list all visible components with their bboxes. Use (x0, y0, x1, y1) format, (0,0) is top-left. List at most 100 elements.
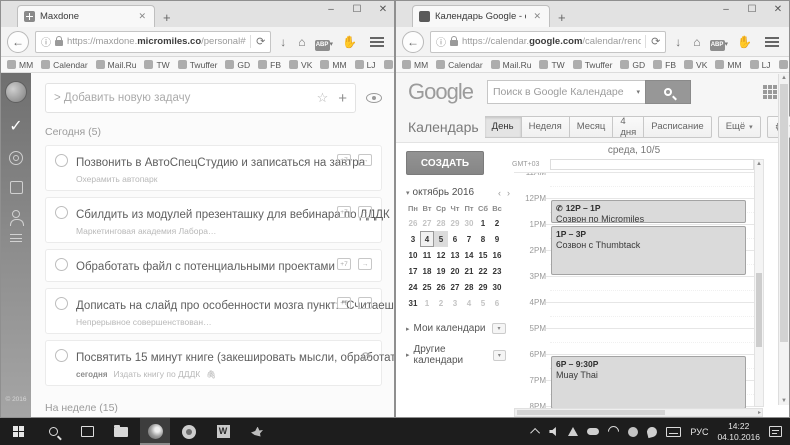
task-checkbox[interactable] (55, 349, 68, 362)
mini-calendar-day[interactable]: 29 (476, 279, 490, 295)
mini-calendar-day[interactable]: 2 (434, 295, 448, 311)
scroll-up-icon[interactable]: ▲ (779, 75, 789, 81)
visibility-eye-icon[interactable] (366, 93, 382, 103)
bookmark-item[interactable]: MM (7, 60, 33, 70)
reschedule-calendar-icon[interactable]: → (358, 297, 372, 309)
time-row[interactable]: 3PM (514, 277, 754, 303)
extension-hand-icon[interactable]: ✋ (339, 35, 360, 49)
mini-calendar-day[interactable]: 8 (476, 231, 490, 247)
task-row[interactable]: Дописать на слайд про особенности мозга … (45, 288, 382, 334)
mini-calendar-day[interactable]: 17 (406, 263, 420, 279)
bookmark-item[interactable]: Calendar (41, 60, 88, 70)
action-center-icon[interactable] (769, 426, 782, 437)
reload-button[interactable]: ⟳ (250, 35, 265, 48)
day-view-scrollbar[interactable]: ▲ (754, 159, 764, 407)
bookmark-item[interactable]: Mail.Ru (96, 60, 137, 70)
task-view-button[interactable] (72, 418, 102, 445)
back-button[interactable]: ← (7, 31, 29, 53)
mini-calendar-day[interactable]: 3 (406, 231, 420, 247)
clock[interactable]: 14:22 04.10.2016 (717, 421, 760, 442)
month-dropdown-icon[interactable]: ▾ (406, 189, 410, 197)
back-button[interactable]: ← (402, 31, 424, 53)
home-icon[interactable]: ⌂ (295, 35, 308, 49)
bookmark-item[interactable]: Mail.Ru (491, 60, 532, 70)
horizontal-scrollbar[interactable]: ▸ (514, 408, 763, 417)
postpone-calendar-icon[interactable]: +7 (337, 258, 351, 270)
profile-icon[interactable] (12, 210, 20, 218)
tab-calendar[interactable]: Календарь Google - ср, 5… ✕ (412, 5, 550, 27)
mini-calendar-day[interactable]: 27 (448, 279, 462, 295)
tasks-check-icon[interactable]: ✓ (9, 119, 22, 135)
search-dropdown-icon[interactable]: ▾ (636, 88, 640, 96)
skype-icon[interactable] (646, 425, 658, 437)
mini-calendar-day[interactable]: 28 (462, 279, 476, 295)
task-row[interactable]: Посвятить 15 минут книге (закешировать м… (45, 340, 382, 386)
close-button[interactable]: ✕ (376, 4, 390, 15)
word-button[interactable]: W (208, 418, 238, 445)
bookmark-item[interactable]: MM (320, 60, 346, 70)
view-button[interactable]: День (485, 116, 522, 138)
mini-calendar-day[interactable]: 9 (490, 231, 504, 247)
planner-card-icon[interactable] (10, 181, 23, 194)
home-icon[interactable]: ⌂ (690, 35, 703, 49)
bookmark-item[interactable]: TW (539, 60, 564, 70)
tab-close-icon[interactable]: ✕ (136, 11, 148, 22)
keyboard-icon[interactable] (666, 427, 681, 437)
bookmark-item[interactable]: Twuffer (178, 60, 218, 70)
calendar-event[interactable]: ✆12P – 1P Созвон по Micromiles Meeting r… (551, 200, 746, 223)
goals-target-icon[interactable] (9, 151, 23, 165)
bookmark-item[interactable]: GA (779, 60, 789, 70)
start-button[interactable] (4, 418, 34, 445)
mini-calendar-day[interactable]: 13 (448, 247, 462, 263)
mini-calendar-day[interactable]: 4 (420, 231, 434, 247)
calendar-search-input[interactable]: Поиск в Google Календаре ▾ (487, 80, 645, 104)
mini-calendar-day[interactable]: 1 (476, 215, 490, 231)
menu-lines-icon[interactable] (10, 234, 22, 242)
add-task-input[interactable]: > Добавить новую задачу ☆ + (45, 83, 356, 113)
mini-calendar-day[interactable]: 5 (476, 295, 490, 311)
info-icon[interactable]: ⓘ (41, 34, 51, 49)
reload-button[interactable]: ⟳ (645, 35, 660, 48)
page-scrollbar[interactable]: ▲ ▼ (778, 74, 789, 405)
minimize-button[interactable]: – (324, 4, 338, 15)
extension-hand-icon[interactable]: ✋ (734, 35, 755, 49)
minimize-button[interactable]: – (719, 4, 733, 15)
mini-calendar-day[interactable]: 4 (462, 295, 476, 311)
mini-calendar-day[interactable]: 22 (476, 263, 490, 279)
mini-calendar-day[interactable]: 6 (448, 231, 462, 247)
mini-calendar-day[interactable]: 11 (420, 247, 434, 263)
mini-calendar-day[interactable]: 27 (420, 215, 434, 231)
chrome-button[interactable] (174, 418, 204, 445)
mini-calendar-day[interactable]: 25 (420, 279, 434, 295)
section-week[interactable]: На неделе (15) (45, 402, 382, 414)
bookmark-item[interactable]: GA (384, 60, 394, 70)
task-checkbox[interactable] (55, 258, 68, 271)
task-row[interactable]: Обработать файл с потенциальными проекта… (45, 249, 382, 282)
mini-calendar-day[interactable]: 10 (406, 247, 420, 263)
create-button[interactable]: СОЗДАТЬ (406, 151, 484, 175)
mini-calendar-day[interactable]: 24 (406, 279, 420, 295)
maximize-button[interactable]: ☐ (350, 4, 364, 15)
mini-calendar-day[interactable]: 29 (448, 215, 462, 231)
onedrive-icon[interactable] (587, 428, 599, 435)
prev-month-icon[interactable]: ‹ (498, 188, 501, 198)
add-icon[interactable]: + (338, 90, 347, 107)
tab-maxdone[interactable]: Maxdone ✕ (17, 5, 155, 27)
mini-calendar-day[interactable]: 31 (406, 295, 420, 311)
language-indicator[interactable]: РУС (690, 427, 708, 437)
mini-calendar-day[interactable]: 16 (490, 247, 504, 263)
bookmark-item[interactable]: MM (715, 60, 741, 70)
other-calendars-dropdown-icon[interactable]: ▾ (493, 350, 506, 361)
adblock-icon[interactable]: ABP▾ (710, 33, 729, 51)
search-button[interactable] (645, 80, 691, 104)
download-icon[interactable]: ↓ (277, 35, 289, 49)
time-grid[interactable]: 11AM 12PM 1PM (514, 172, 754, 417)
menu-icon[interactable] (765, 37, 779, 47)
close-button[interactable]: ✕ (771, 4, 785, 15)
more-button[interactable]: Ещё▾ (718, 116, 761, 138)
task-project[interactable]: Издать книгу по ДДДК (113, 369, 200, 379)
bookmark-item[interactable]: VK (684, 60, 707, 70)
tab-close-icon[interactable]: ✕ (531, 11, 543, 22)
firefox-button[interactable] (140, 418, 170, 445)
my-calendars-row[interactable]: ▸ Мои календари ▾ (406, 323, 514, 334)
